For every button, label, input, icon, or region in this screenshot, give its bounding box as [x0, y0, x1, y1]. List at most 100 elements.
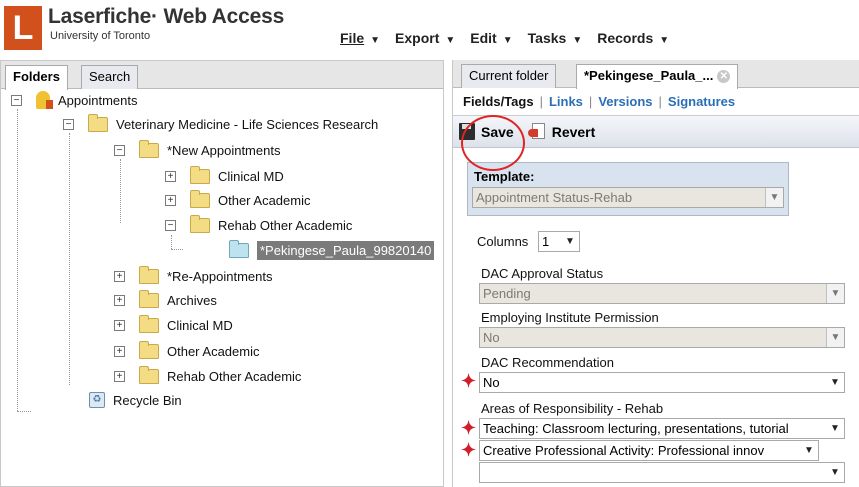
tab-versions[interactable]: Versions — [598, 94, 652, 109]
tree-item-label: Archives — [167, 292, 217, 308]
expand-icon[interactable]: + — [114, 294, 125, 306]
template-panel: Template: Appointment Status-Rehab ▼ — [467, 162, 789, 216]
tree-item-clinical-md[interactable]: + Clinical MD — [165, 165, 284, 187]
tree-item-label: Recycle Bin — [113, 392, 182, 408]
collapse-icon[interactable]: − — [114, 144, 125, 156]
tab-current-folder[interactable]: Current folder — [461, 64, 557, 88]
tree-item-label: Other Academic — [167, 343, 260, 359]
chevron-down-icon: ▼ — [370, 35, 381, 46]
tab-search[interactable]: Search — [81, 65, 139, 89]
template-label: Template: — [474, 169, 535, 184]
menu-tasks-label: Tasks — [527, 30, 567, 46]
tab-document-label: *Pekingese_Paula_... — [584, 68, 714, 83]
employing-permission-label: Employing Institute Permission — [481, 310, 659, 325]
folder-icon — [190, 189, 210, 208]
expand-icon[interactable]: + — [165, 170, 176, 182]
menu-export[interactable]: Export ▼ — [395, 30, 455, 46]
folder-icon — [139, 265, 159, 284]
tree-item-selected-document[interactable]: *Pekingese_Paula_99820140 — [229, 239, 435, 261]
tree-connector — [171, 235, 172, 249]
separator: | — [588, 94, 593, 109]
expand-icon[interactable]: + — [114, 345, 125, 357]
tree-item-clinical-md[interactable]: + Clinical MD — [114, 314, 233, 336]
tree-item-label: *Re-Appointments — [167, 268, 273, 284]
tree-item-label: Appointments — [58, 92, 138, 108]
tree-connector — [17, 109, 18, 411]
expand-icon[interactable]: + — [114, 270, 125, 282]
menu-edit[interactable]: Edit ▼ — [470, 30, 512, 46]
tree-item-label: *New Appointments — [167, 142, 281, 158]
tree-item-other-academic[interactable]: + Other Academic — [114, 340, 260, 362]
document-folder-icon — [229, 239, 249, 258]
collapse-icon[interactable]: − — [11, 94, 22, 106]
tab-links[interactable]: Links — [549, 94, 583, 109]
left-tab-strip: Folders Search — [1, 61, 443, 90]
separator: | — [539, 94, 543, 109]
chevron-down-icon: ▼ — [826, 328, 844, 347]
chevron-down-icon: ▼ — [572, 35, 583, 46]
tree-item-other-academic[interactable]: + Other Academic — [165, 189, 311, 211]
employing-permission-value: No — [483, 330, 500, 345]
areas-responsibility-select-2[interactable]: Creative Professional Activity: Professi… — [479, 440, 819, 461]
chevron-down-icon: ▼ — [502, 35, 513, 46]
annotation-highlight-circle — [461, 115, 525, 171]
menu-records[interactable]: Records ▼ — [597, 30, 669, 46]
separator: | — [658, 94, 662, 109]
menu-file-label: File — [340, 30, 365, 46]
areas-responsibility-select-1[interactable]: Teaching: Classroom lecturing, presentat… — [479, 418, 845, 439]
folder-icon — [139, 365, 159, 384]
tree-item-rehab-other-academic[interactable]: − Rehab Other Academic — [165, 214, 352, 236]
tree-item-label: Veterinary Medicine - Life Sciences Rese… — [116, 116, 379, 132]
tree-item-label: Rehab Other Academic — [218, 217, 353, 233]
menu-tasks[interactable]: Tasks ▼ — [528, 30, 583, 46]
tree-item-appointments[interactable]: − Appointments — [11, 89, 138, 111]
tree-connector — [17, 411, 31, 412]
tree-item-new-appointments[interactable]: − *New Appointments — [114, 139, 280, 161]
chevron-down-icon: ▼ — [826, 373, 844, 392]
columns-value: 1 — [542, 234, 550, 249]
tree-item-label: Rehab Other Academic — [167, 368, 302, 384]
columns-select[interactable]: 1 ▼ — [538, 231, 580, 252]
revert-button-label: Revert — [551, 123, 596, 140]
folder-icon — [139, 289, 159, 308]
tree-item-rehab-other-academic[interactable]: + Rehab Other Academic — [114, 365, 301, 387]
tree-item-recycle-bin[interactable]: ♻ Recycle Bin — [89, 389, 182, 411]
app-brand: Laserfiche· Web Access — [48, 5, 285, 28]
menu-file[interactable]: File ▼ — [340, 30, 380, 46]
chevron-down-icon: ▼ — [765, 188, 783, 207]
expand-icon[interactable]: + — [165, 194, 176, 206]
dac-approval-value: Pending — [483, 286, 531, 301]
dac-recommendation-select[interactable]: No ▼ — [479, 372, 845, 393]
expand-icon[interactable]: + — [114, 370, 125, 382]
areas-responsibility-label: Areas of Responsibility - Rehab — [481, 401, 664, 416]
tree-item-vet-medicine[interactable]: − Veterinary Medicine - Life Sciences Re… — [63, 113, 378, 135]
chevron-down-icon: ▼ — [826, 463, 844, 482]
dac-approval-label: DAC Approval Status — [481, 266, 604, 281]
folder-tree: − Appointments − Veterinary Medicine - L… — [1, 89, 443, 487]
main-menubar: File ▼ Export ▼ Edit ▼ Tasks ▼ Records ▼ — [340, 30, 669, 46]
expand-icon[interactable]: + — [114, 319, 125, 331]
folder-icon — [88, 113, 108, 132]
tree-item-re-appointments[interactable]: + *Re-Appointments — [114, 265, 273, 287]
collapse-icon[interactable]: − — [63, 118, 74, 130]
collapse-icon[interactable]: − — [165, 219, 176, 231]
dac-approval-select: Pending ▼ — [479, 283, 845, 304]
tab-signatures[interactable]: Signatures — [668, 94, 735, 109]
tab-fields-tags[interactable]: Fields/Tags — [463, 94, 534, 109]
tree-item-archives[interactable]: + Archives — [114, 289, 217, 311]
template-select: Appointment Status-Rehab ▼ — [472, 187, 784, 208]
dac-recommendation-label: DAC Recommendation — [481, 355, 614, 370]
tree-item-label: Clinical MD — [167, 317, 233, 333]
tab-document[interactable]: *Pekingese_Paula_... ✕ — [576, 64, 739, 89]
repository-icon — [36, 91, 53, 109]
revert-button[interactable]: Revert — [527, 123, 596, 140]
folder-icon — [139, 314, 159, 333]
areas-responsibility-select-3[interactable]: ▼ — [479, 462, 845, 483]
areas-responsibility-value: Creative Professional Activity: Professi… — [483, 443, 765, 458]
close-icon[interactable]: ✕ — [717, 70, 731, 84]
chevron-down-icon: ▼ — [826, 284, 844, 303]
required-star-icon: ✦ — [461, 418, 477, 438]
tree-connector — [120, 159, 121, 223]
menu-records-label: Records — [597, 30, 654, 46]
tab-folders[interactable]: Folders — [5, 65, 68, 90]
